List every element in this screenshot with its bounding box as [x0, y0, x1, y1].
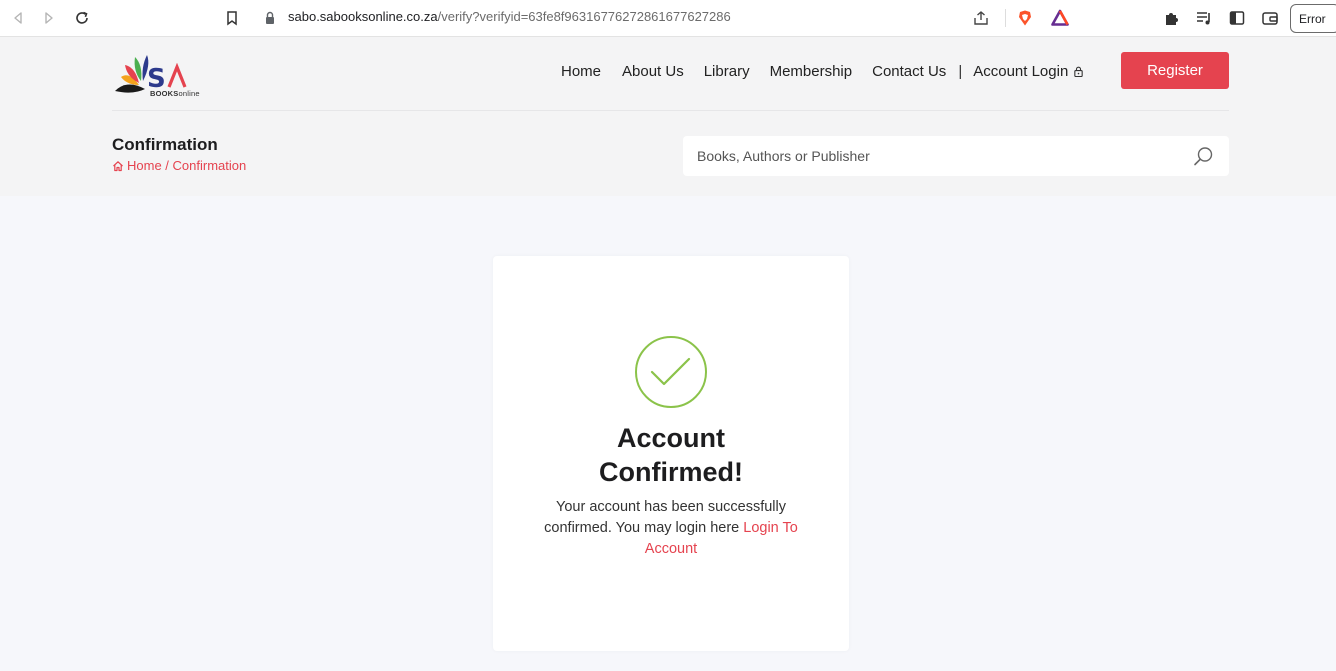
forward-arrow-icon	[45, 12, 53, 24]
error-chip[interactable]: Error	[1290, 4, 1336, 33]
lock-icon	[1074, 66, 1084, 77]
search-box	[683, 136, 1229, 176]
confirmation-title-line1: Account	[617, 423, 725, 453]
logo-books-text: BOOKS	[150, 89, 179, 98]
logo-online-text: online	[178, 89, 200, 98]
sidebar-icon[interactable]	[1228, 9, 1246, 27]
home-icon	[113, 160, 123, 171]
nav-divider: |	[958, 63, 963, 80]
url-host: sabo.sabooksonline.co.za	[288, 9, 438, 24]
bookmark-button[interactable]	[223, 9, 241, 27]
nav-library[interactable]: Library	[704, 63, 750, 80]
back-arrow-icon	[14, 12, 22, 24]
forward-button[interactable]	[40, 9, 58, 27]
logo-text: BOOKSonline	[150, 89, 200, 98]
nav-membership[interactable]: Membership	[770, 63, 853, 80]
extensions-icon[interactable]	[1163, 9, 1181, 27]
bookmark-icon	[227, 11, 237, 26]
nav-home[interactable]: Home	[561, 63, 601, 80]
share-icon[interactable]	[972, 9, 990, 27]
header-divider	[112, 110, 1229, 111]
confirmation-message: Your account has been successfully confi…	[523, 497, 819, 560]
breadcrumb-separator: /	[161, 158, 173, 173]
confirmation-card: Account Confirmed! Your account has been…	[493, 256, 849, 651]
search-icon[interactable]	[1193, 146, 1214, 167]
register-button[interactable]: Register	[1121, 52, 1229, 89]
wallet-icon[interactable]	[1261, 9, 1279, 27]
media-queue-icon[interactable]	[1195, 9, 1213, 27]
confirmation-title: Account Confirmed!	[493, 421, 849, 489]
lock-icon	[266, 11, 274, 24]
nav-about-us[interactable]: About Us	[622, 63, 684, 80]
site-header: S BOOKSonline Home About Us Library Memb…	[0, 37, 1336, 196]
breadcrumb-current: Confirmation	[172, 158, 247, 173]
back-button[interactable]	[9, 9, 27, 27]
url-text[interactable]: sabo.sabooksonline.co.za/verify?verifyid…	[288, 9, 731, 24]
nav-account-login[interactable]: Account Login	[973, 63, 1084, 80]
account-login-label: Account Login	[973, 63, 1069, 80]
toolbar-divider	[1005, 9, 1006, 27]
browser-toolbar: sabo.sabooksonline.co.za/verify?verifyid…	[0, 0, 1336, 37]
breadcrumb: Home / Confirmation	[112, 158, 246, 173]
page-title: Confirmation	[112, 135, 218, 154]
brave-shield-icon[interactable]	[1016, 9, 1034, 27]
brave-rewards-icon[interactable]	[1051, 9, 1069, 27]
nav-contact-us[interactable]: Contact Us	[872, 63, 946, 80]
url-path: /verify?verifyid=63fe8f96316776272861677…	[437, 9, 731, 24]
confirmation-title-line2: Confirmed!	[599, 457, 743, 487]
search-input[interactable]	[697, 136, 1177, 176]
check-circle-icon	[635, 336, 707, 408]
main-nav: Home About Us Library Membership Contact…	[561, 63, 1084, 80]
reload-button[interactable]	[73, 9, 91, 27]
breadcrumb-home[interactable]: Home	[127, 158, 162, 173]
reload-icon	[76, 11, 88, 24]
